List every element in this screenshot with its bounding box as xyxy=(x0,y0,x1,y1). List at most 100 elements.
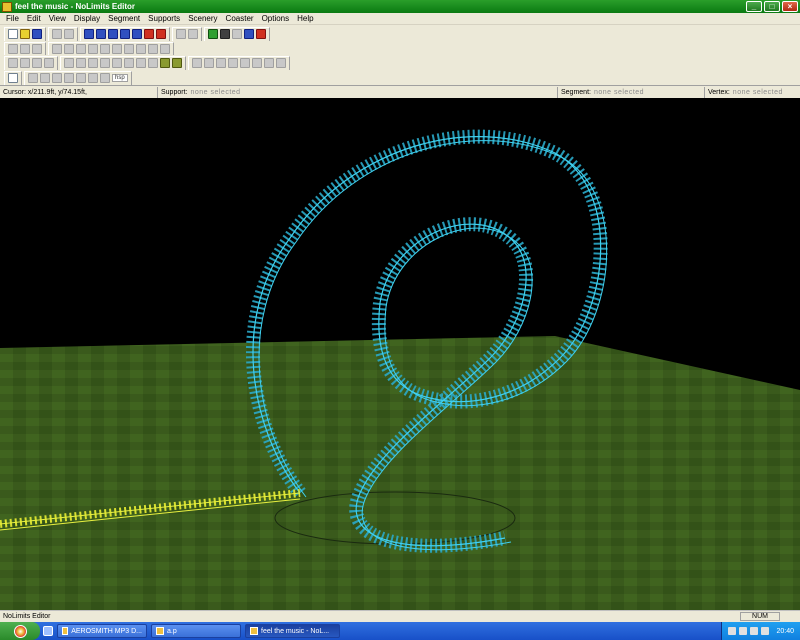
figure-3-icon[interactable] xyxy=(216,58,226,68)
windows-logo-icon xyxy=(13,624,27,638)
taskbar-button-ap[interactable]: a.p xyxy=(151,624,241,638)
figure-5-icon[interactable] xyxy=(240,58,250,68)
tool-3-icon[interactable] xyxy=(76,44,86,54)
support-2-icon[interactable] xyxy=(20,58,30,68)
figure-4-icon[interactable] xyxy=(228,58,238,68)
open-file-icon[interactable] xyxy=(20,29,30,39)
support-1-icon[interactable] xyxy=(8,58,18,68)
tool-6-icon[interactable] xyxy=(112,44,122,54)
camera-icon[interactable] xyxy=(220,29,230,39)
app-icon xyxy=(2,1,12,12)
split-segment-icon[interactable] xyxy=(96,29,106,39)
taskbar: AEROSMITH MP3 D... a.p feel the music - … xyxy=(0,622,800,640)
menu-scenery[interactable]: Scenery xyxy=(184,14,221,23)
view-front-icon[interactable] xyxy=(20,44,30,54)
support-4-icon[interactable] xyxy=(44,58,54,68)
toolbar-row-3 xyxy=(0,55,800,71)
start-button[interactable] xyxy=(0,622,40,640)
menu-view[interactable]: View xyxy=(45,14,70,23)
tool-10-icon[interactable] xyxy=(160,44,170,54)
title-bar: feel the music - NoLimits Editor _ □ × xyxy=(0,0,800,13)
3d-viewport[interactable] xyxy=(0,98,800,610)
toolbar-row-4: hsp xyxy=(0,70,800,86)
tool-9-icon[interactable] xyxy=(148,44,158,54)
node-4-icon[interactable] xyxy=(100,58,110,68)
node-5-icon[interactable] xyxy=(112,58,122,68)
figure-2-icon[interactable] xyxy=(204,58,214,68)
menu-file[interactable]: File xyxy=(2,14,23,23)
arrow-right-icon[interactable] xyxy=(188,29,198,39)
join-segment-icon[interactable] xyxy=(108,29,118,39)
new-file-icon[interactable] xyxy=(8,29,18,39)
viewport-canvas[interactable] xyxy=(0,98,800,610)
segment-type-icon[interactable] xyxy=(120,29,130,39)
edit-4-icon[interactable] xyxy=(64,73,74,83)
figure-6-icon[interactable] xyxy=(252,58,262,68)
taskbar-button-nolimits[interactable]: feel the music - NoL... xyxy=(245,624,340,638)
station-icon[interactable] xyxy=(132,29,142,39)
menu-segment[interactable]: Segment xyxy=(104,14,144,23)
num-lock-indicator: NUM xyxy=(740,612,780,621)
view-top-icon[interactable] xyxy=(8,44,18,54)
tunnel-icon[interactable] xyxy=(160,58,170,68)
exit-icon[interactable] xyxy=(256,29,266,39)
edit-7-icon[interactable] xyxy=(100,73,110,83)
terrain-icon[interactable] xyxy=(208,29,218,39)
insert-vertex-icon[interactable] xyxy=(84,29,94,39)
figure-7-icon[interactable] xyxy=(264,58,274,68)
menu-display[interactable]: Display xyxy=(70,14,104,23)
tool-4-icon[interactable] xyxy=(88,44,98,54)
close-button[interactable]: × xyxy=(782,1,798,12)
tool-5-icon[interactable] xyxy=(100,44,110,54)
system-tray: 20:40 xyxy=(721,622,800,640)
edit-6-icon[interactable] xyxy=(88,73,98,83)
edit-2-icon[interactable] xyxy=(40,73,50,83)
minimize-button[interactable]: _ xyxy=(746,1,762,12)
tray-icon-1[interactable] xyxy=(728,627,737,635)
node-2-icon[interactable] xyxy=(76,58,86,68)
clock[interactable]: 20:40 xyxy=(776,628,794,635)
quicklaunch-icon[interactable] xyxy=(43,626,53,636)
network-icon[interactable] xyxy=(761,627,770,635)
arrow-left-icon[interactable] xyxy=(176,29,186,39)
edit-5-icon[interactable] xyxy=(76,73,86,83)
menu-supports[interactable]: Supports xyxy=(144,14,184,23)
tray-icon-2[interactable] xyxy=(739,627,748,635)
tool-7-icon[interactable] xyxy=(124,44,134,54)
node-6-icon[interactable] xyxy=(124,58,134,68)
hsp-label[interactable]: hsp xyxy=(112,74,128,82)
catwalk-icon[interactable] xyxy=(172,58,182,68)
redo-icon[interactable] xyxy=(64,29,74,39)
edit-1-icon[interactable] xyxy=(28,73,38,83)
view-side-icon[interactable] xyxy=(32,44,42,54)
save-icon[interactable] xyxy=(32,29,42,39)
delete-icon[interactable] xyxy=(144,29,154,39)
undo-icon[interactable] xyxy=(52,29,62,39)
node-8-icon[interactable] xyxy=(148,58,158,68)
volume-icon[interactable] xyxy=(750,627,759,635)
node-7-icon[interactable] xyxy=(136,58,146,68)
tool-2-icon[interactable] xyxy=(64,44,74,54)
vertex-status: Vertex: none selected xyxy=(708,88,783,96)
figure-8-icon[interactable] xyxy=(276,58,286,68)
support-3-icon[interactable] xyxy=(32,58,42,68)
maximize-button[interactable]: □ xyxy=(764,1,780,12)
brake-icon[interactable] xyxy=(156,29,166,39)
menu-edit[interactable]: Edit xyxy=(23,14,45,23)
edit-3-icon[interactable] xyxy=(52,73,62,83)
pointer-icon[interactable] xyxy=(8,73,18,83)
globe-icon[interactable] xyxy=(232,29,242,39)
node-1-icon[interactable] xyxy=(64,58,74,68)
info-bar: Cursor: x/211.9ft, y/74.15ft, Support: n… xyxy=(0,85,800,98)
menu-help[interactable]: Help xyxy=(293,14,317,23)
support-status: Support: none selected xyxy=(158,86,558,98)
node-3-icon[interactable] xyxy=(88,58,98,68)
tool-8-icon[interactable] xyxy=(136,44,146,54)
menu-options[interactable]: Options xyxy=(258,14,294,23)
segment-status: Segment: none selected xyxy=(558,86,705,98)
figure-1-icon[interactable] xyxy=(192,58,202,68)
taskbar-button-aerosmith[interactable]: AEROSMITH MP3 D... xyxy=(57,624,147,638)
menu-coaster[interactable]: Coaster xyxy=(222,14,258,23)
tool-1-icon[interactable] xyxy=(52,44,62,54)
run-coaster-icon[interactable] xyxy=(244,29,254,39)
